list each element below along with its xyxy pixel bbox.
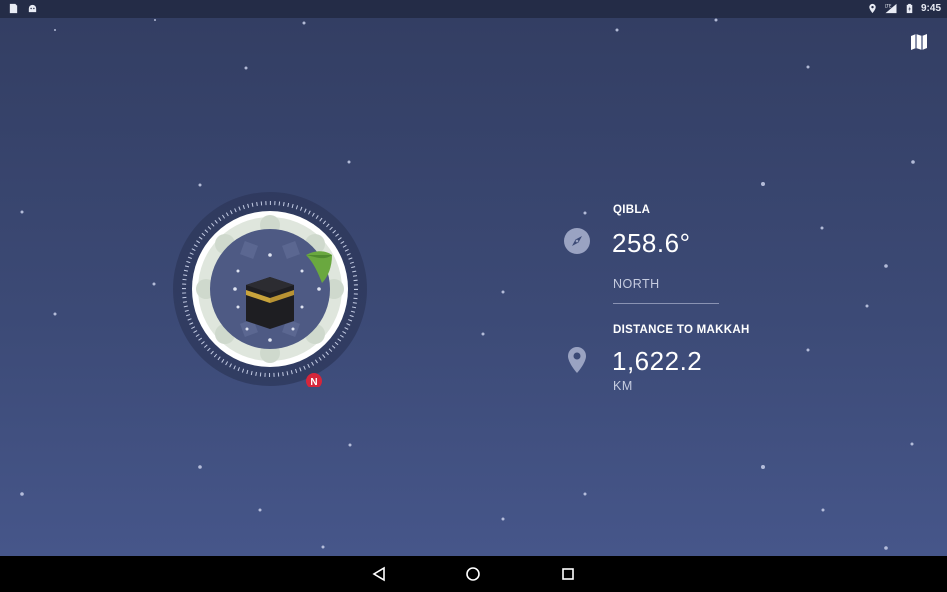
- status-time: 9:45: [920, 3, 941, 14]
- north-marker-label: N: [310, 377, 317, 387]
- qibla-info-panel: QIBLA 258.6° NORTH DISTANCE TO MAKKAH 1,…: [560, 198, 820, 398]
- qibla-direction: NORTH: [613, 277, 660, 291]
- distance-value: 1,622.2: [612, 346, 703, 376]
- kaaba-icon: [246, 277, 294, 329]
- qibla-compass: N: [173, 192, 367, 387]
- distance-label: DISTANCE TO MAKKAH: [613, 324, 750, 336]
- qibla-row: QIBLA 258.6° NORTH: [560, 198, 820, 304]
- android-icon: [28, 4, 37, 13]
- distance-row: DISTANCE TO MAKKAH 1,622.2 KM: [560, 298, 820, 398]
- compass-icon: [564, 228, 590, 254]
- status-bar: LTE 9:45: [0, 0, 947, 18]
- network-label: LTE: [885, 4, 892, 9]
- battery-icon: [906, 3, 913, 14]
- status-left: [8, 3, 38, 14]
- lte-signal-icon: LTE: [885, 4, 897, 14]
- qibla-app: N QIBLA 258.6° NORTH DISTANCE TO MAKKAH …: [0, 18, 947, 556]
- notification-file-icon: [9, 3, 18, 14]
- map-button[interactable]: [909, 32, 929, 52]
- navigation-bar: [0, 556, 947, 592]
- qibla-value: 258.6°: [612, 228, 691, 258]
- qibla-label: QIBLA: [613, 204, 651, 216]
- location-icon: [869, 3, 876, 14]
- location-pin-icon: [568, 347, 586, 373]
- back-icon[interactable]: [370, 565, 388, 583]
- distance-unit: KM: [613, 379, 633, 393]
- recents-icon[interactable]: [559, 565, 577, 583]
- home-icon[interactable]: [464, 565, 482, 583]
- status-right: LTE 9:45: [867, 3, 941, 14]
